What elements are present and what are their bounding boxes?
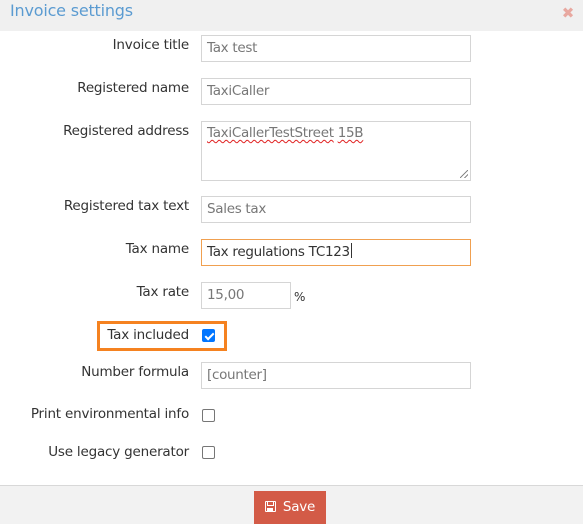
- save-label: Save: [282, 499, 316, 515]
- floppy-disk-icon: [264, 501, 276, 512]
- percent-unit: %: [294, 290, 306, 304]
- use-legacy-generator-label: Use legacy generator: [48, 444, 189, 460]
- tax-included-checkbox[interactable]: [202, 329, 215, 342]
- address-word: 15B: [337, 125, 364, 141]
- tax-name-input[interactable]: Tax regulations TC123: [201, 239, 471, 266]
- tax-name-label: Tax name: [125, 241, 189, 257]
- invoice-title-label: Invoice title: [112, 37, 190, 53]
- tax-rate-label: Tax rate: [136, 284, 190, 300]
- registered-name-input[interactable]: TaxiCaller: [201, 78, 471, 105]
- close-icon[interactable]: ✖: [561, 6, 575, 21]
- dialog-header: Invoice settings ✖: [0, 0, 583, 31]
- tax-name-value: Tax regulations TC123: [207, 244, 350, 260]
- print-environmental-info-label: Print environmental info: [30, 406, 189, 422]
- invoice-title-input[interactable]: Tax test: [201, 35, 471, 62]
- tax-rate-input[interactable]: 15,00: [201, 282, 291, 309]
- address-word: TaxiCallerTestStreet: [207, 125, 334, 141]
- text-caret: [350, 243, 352, 258]
- registered-tax-text-label: Registered tax text: [63, 198, 189, 214]
- dialog-title: Invoice settings: [10, 1, 133, 20]
- print-environmental-info-checkbox[interactable]: [202, 409, 215, 422]
- use-legacy-generator-checkbox[interactable]: [202, 446, 215, 459]
- number-formula-label: Number formula: [81, 364, 189, 380]
- registered-tax-text-input[interactable]: Sales tax: [201, 196, 471, 223]
- resize-grip-icon[interactable]: [460, 170, 468, 178]
- number-formula-input[interactable]: [counter]: [201, 362, 471, 389]
- save-button[interactable]: Save: [254, 491, 326, 524]
- registered-address-textarea[interactable]: TaxiCallerTestStreet 15B: [201, 121, 471, 181]
- tax-included-label: Tax included: [107, 327, 189, 343]
- registered-address-label: Registered address: [63, 123, 189, 139]
- registered-name-label: Registered name: [77, 80, 189, 96]
